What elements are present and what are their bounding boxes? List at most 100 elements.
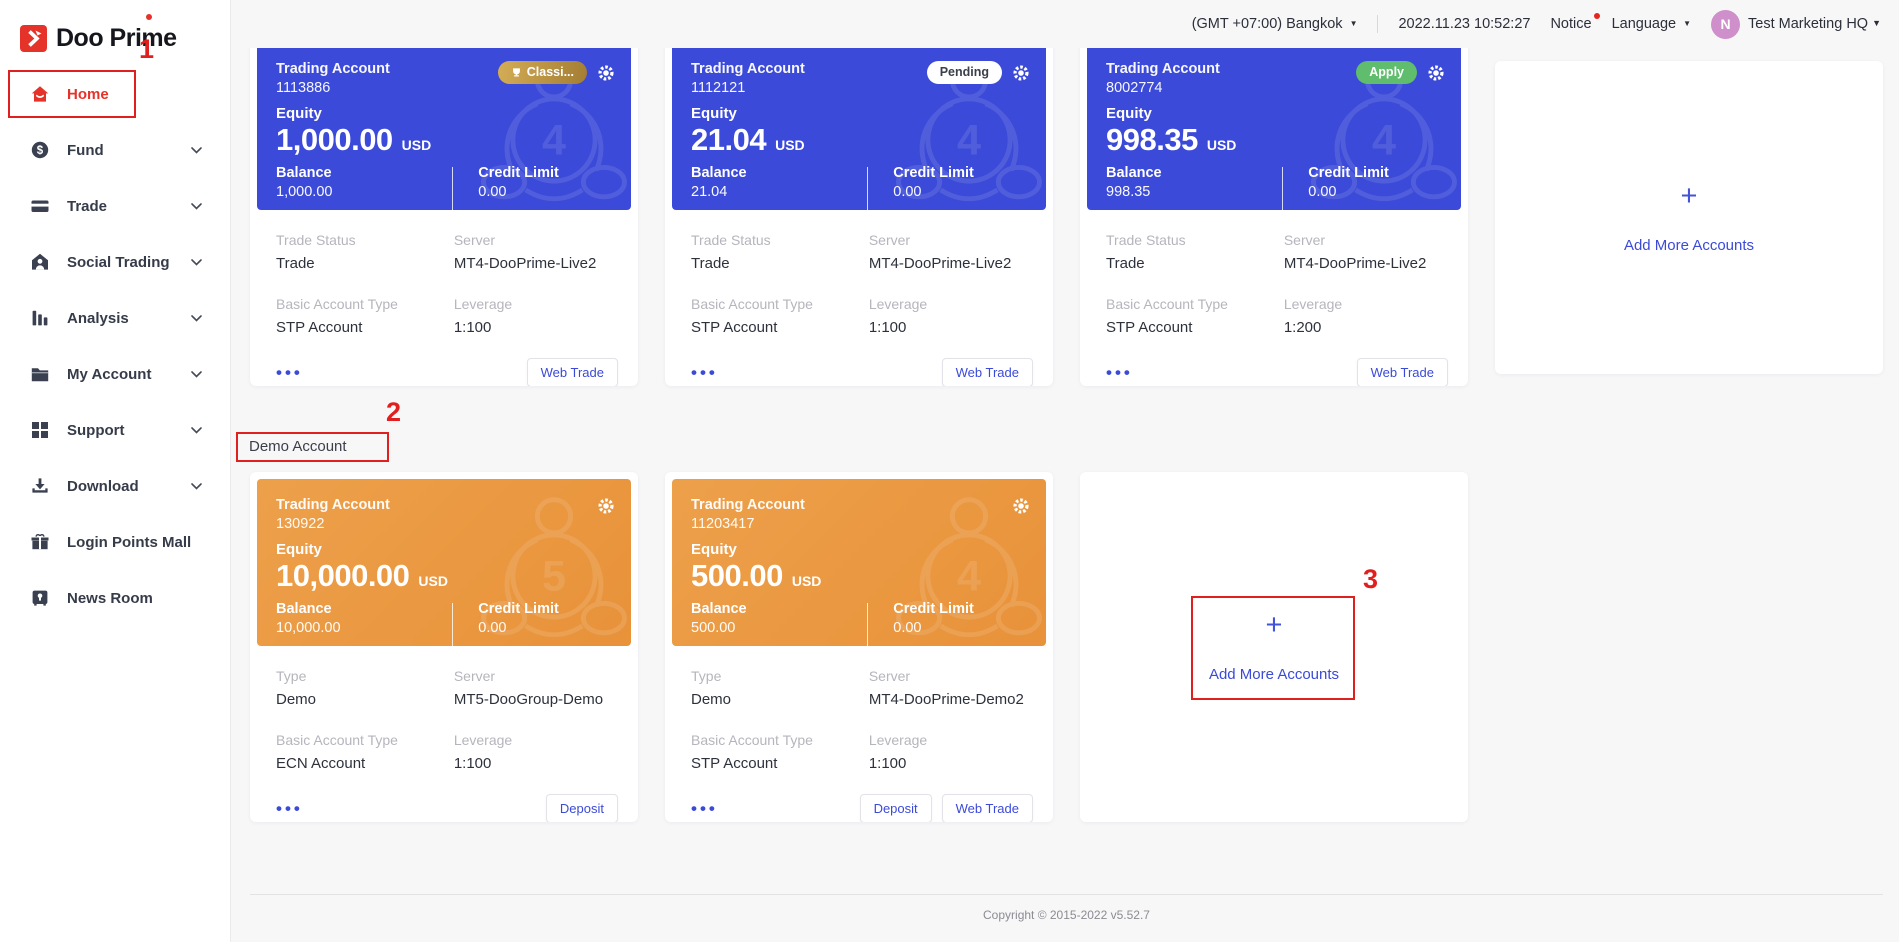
timezone-selector[interactable]: (GMT +07:00) Bangkok ▼ — [1192, 16, 1358, 32]
info-value: Demo — [691, 691, 869, 708]
account-id-block: Trading Account 1113886 — [276, 61, 390, 96]
brand-logo[interactable]: Doo Prime — [0, 0, 230, 62]
info-value: Trade — [1106, 255, 1284, 272]
card-buttons: Deposit Web Trade — [860, 794, 1033, 822]
sidebar-item-home[interactable]: Home — [0, 66, 230, 122]
more-actions-dots[interactable]: ••• — [691, 800, 718, 817]
deposit-button[interactable]: Deposit — [860, 794, 932, 822]
my-account-icon — [30, 364, 50, 384]
add-account-card[interactable]: + Add More Accounts — [1495, 61, 1883, 374]
trading-account-number: 1113886 — [276, 80, 390, 96]
info-label: Server — [1284, 232, 1448, 248]
gift-icon — [30, 532, 50, 552]
sidebar-item-login-points-mall[interactable]: Login Points Mall — [0, 514, 230, 570]
trading-account-number: 8002774 — [1106, 80, 1220, 96]
info-value: MT4-DooPrime-Demo2 — [869, 691, 1033, 708]
annotation-step-1: 1 — [139, 36, 154, 63]
card-header: Trading Account 1112121 Pending Equity 2… — [672, 43, 1046, 210]
more-actions-dots[interactable]: ••• — [276, 364, 303, 381]
web-trade-button[interactable]: Web Trade — [1357, 358, 1448, 386]
card-buttons: Web Trade — [527, 358, 618, 386]
notice-button[interactable]: Notice — [1550, 16, 1591, 32]
plus-icon: + — [1681, 182, 1698, 211]
info-label: Server — [869, 668, 1033, 684]
card-header: Trading Account 130922 Equity 10,000.00 … — [257, 479, 631, 646]
credit-limit-label: Credit Limit — [893, 601, 974, 617]
info-value: STP Account — [276, 319, 454, 336]
status-badge[interactable]: Apply — [1356, 61, 1417, 84]
sidebar: Doo Prime Home $ Fund Trade Social Tradi… — [0, 0, 231, 942]
status-badge-label: Pending — [940, 65, 989, 80]
card-buttons: Web Trade — [1357, 358, 1448, 386]
info-label: Leverage — [1284, 296, 1448, 312]
footer: Copyright © 2015-2022 v5.52.7 — [250, 894, 1883, 922]
sidebar-item-social-trading[interactable]: Social Trading — [0, 234, 230, 290]
deposit-button[interactable]: Deposit — [546, 794, 618, 822]
info-label: Server — [454, 232, 618, 248]
web-trade-button[interactable]: Web Trade — [527, 358, 618, 386]
settings-gear-icon[interactable] — [1012, 64, 1030, 82]
info-value: STP Account — [691, 319, 869, 336]
info-label: Basic Account Type — [276, 296, 454, 312]
language-selector[interactable]: Language ▼ — [1612, 16, 1691, 32]
info-cell: Server MT4-DooPrime-Demo2 — [869, 668, 1033, 708]
add-more-accounts-label: Add More Accounts — [1624, 237, 1754, 254]
annotation-step-3: 3 — [1363, 566, 1378, 593]
dropdown-arrow-icon: ▼ — [1872, 18, 1881, 28]
info-value: MT4-DooPrime-Live2 — [1284, 255, 1448, 272]
info-label: Basic Account Type — [1106, 296, 1284, 312]
settings-gear-icon[interactable] — [597, 497, 615, 515]
more-actions-dots[interactable]: ••• — [276, 800, 303, 817]
add-account-card[interactable]: + Add More Accounts 3 — [1080, 472, 1468, 822]
sidebar-item-download[interactable]: Download — [0, 458, 230, 514]
chevron-down-icon — [191, 371, 202, 378]
more-actions-dots[interactable]: ••• — [1106, 364, 1133, 381]
settings-gear-icon[interactable] — [1012, 497, 1030, 515]
card-header: Trading Account 8002774 Apply Equity 998… — [1087, 43, 1461, 210]
sidebar-item-fund[interactable]: $ Fund — [0, 122, 230, 178]
info-label: Leverage — [454, 296, 618, 312]
demo-account-label: Demo Account — [236, 432, 389, 462]
settings-gear-icon[interactable] — [1427, 64, 1445, 82]
chevron-down-icon — [191, 203, 202, 210]
trading-account-number: 11203417 — [691, 516, 805, 532]
user-menu[interactable]: N Test Marketing HQ ▼ — [1711, 10, 1881, 39]
info-value: Demo — [276, 691, 454, 708]
balance-value: 998.35 — [1106, 184, 1282, 200]
balance-label: Balance — [1106, 165, 1282, 181]
balance-value: 500.00 — [691, 620, 867, 636]
info-label: Server — [454, 668, 618, 684]
account-card: Trading Account 8002774 Apply Equity 998… — [1080, 36, 1468, 386]
account-id-block: Trading Account 130922 — [276, 497, 390, 532]
status-badge[interactable]: Classi... — [498, 61, 587, 84]
sidebar-item-news-room[interactable]: News Room — [0, 570, 230, 626]
equity-value: 500.00 — [691, 558, 783, 594]
sidebar-nav: Home $ Fund Trade Social Trading Analysi… — [0, 62, 230, 626]
account-card: Trading Account 1112121 Pending Equity 2… — [665, 36, 1053, 386]
settings-gear-icon[interactable] — [597, 64, 615, 82]
trading-account-label: Trading Account — [276, 61, 390, 77]
info-cell: Server MT5-DooGroup-Demo — [454, 668, 618, 708]
support-icon — [30, 420, 50, 440]
balance-label: Balance — [691, 165, 867, 181]
info-cell: Leverage 1:100 — [869, 732, 1033, 772]
card-header: Trading Account 1113886 Classi... Equity… — [257, 43, 631, 210]
sidebar-item-analysis[interactable]: Analysis — [0, 290, 230, 346]
web-trade-button[interactable]: Web Trade — [942, 358, 1033, 386]
web-trade-button[interactable]: Web Trade — [942, 794, 1033, 822]
balance-label: Balance — [276, 165, 452, 181]
info-cell: Trade Status Trade — [276, 232, 454, 272]
credit-limit-label: Credit Limit — [478, 165, 559, 181]
svg-text:$: $ — [37, 145, 44, 157]
sidebar-item-trade[interactable]: Trade — [0, 178, 230, 234]
account-id-block: Trading Account 11203417 — [691, 497, 805, 532]
equity-label: Equity — [1106, 105, 1445, 122]
more-actions-dots[interactable]: ••• — [691, 364, 718, 381]
equity-value: 1,000.00 — [276, 122, 393, 158]
info-label: Trade Status — [276, 232, 454, 248]
info-label: Leverage — [869, 732, 1033, 748]
sidebar-item-my-account[interactable]: My Account — [0, 346, 230, 402]
credit-limit-value: 0.00 — [478, 184, 559, 200]
info-cell: Server MT4-DooPrime-Live2 — [1284, 232, 1448, 272]
sidebar-item-support[interactable]: Support — [0, 402, 230, 458]
